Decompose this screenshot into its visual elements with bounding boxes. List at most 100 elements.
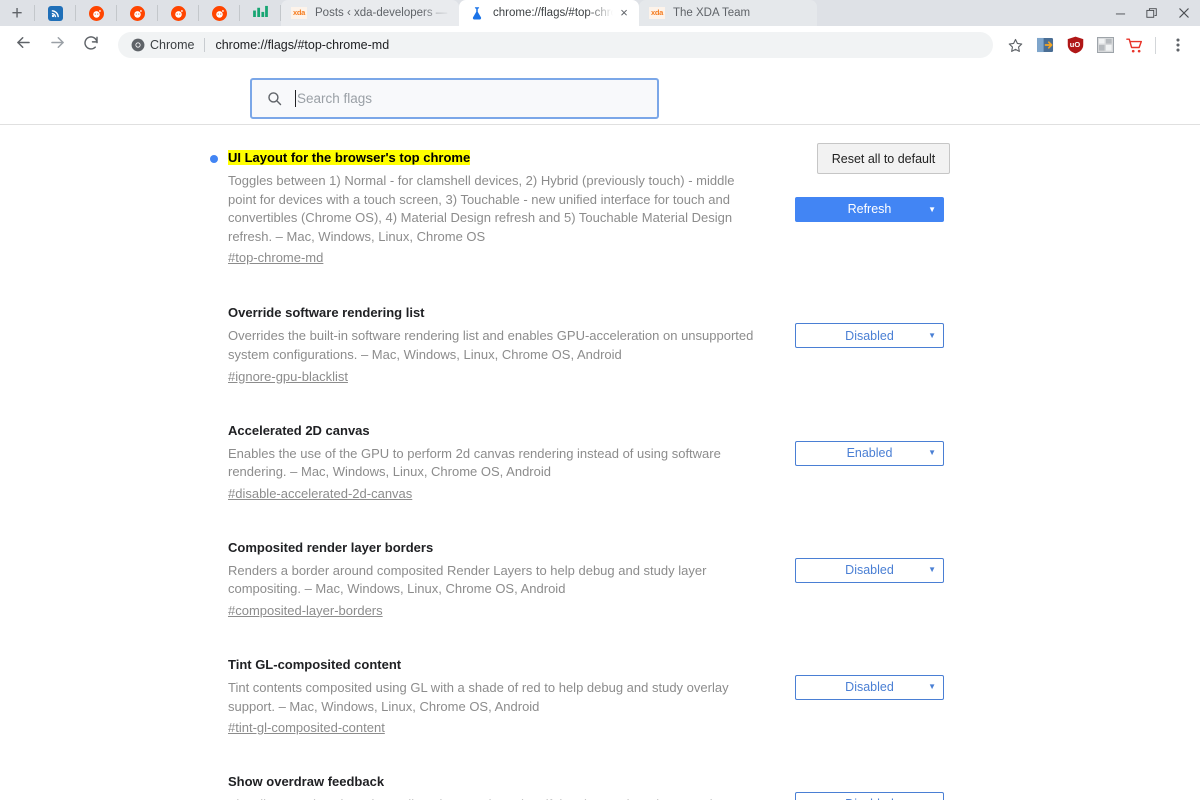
tab-xda-posts[interactable]: xda Posts ‹ xda-developers — Wo — [281, 0, 459, 26]
pinned-tab-reddit-2[interactable] — [117, 0, 157, 26]
reddit-icon — [88, 5, 104, 21]
flag-control: Disabled ▼ — [795, 323, 944, 349]
chevron-down-icon: ▼ — [928, 682, 936, 692]
browser-window: + xda Posts ‹ xda-developers — chrome://… — [0, 0, 1200, 800]
reddit-icon — [129, 5, 145, 21]
omnibox-url-text[interactable]: chrome://flags/#top-chrome-md — [215, 38, 389, 52]
flag-info: Composited render layer borders Renders … — [228, 539, 773, 620]
forward-arrow-icon — [48, 33, 67, 57]
flag-select[interactable]: Enabled ▼ — [795, 440, 944, 466]
bookmark-star-icon[interactable] — [1001, 31, 1029, 59]
reload-button[interactable] — [76, 30, 106, 60]
new-tab-button[interactable]: + — [0, 0, 34, 26]
flag-row: Show overdraw feedback Visualize overdra… — [0, 773, 1200, 800]
pinned-tab-reddit-4[interactable] — [199, 0, 239, 26]
chevron-down-icon: ▼ — [928, 204, 936, 214]
flag-select[interactable]: Disabled ▼ — [795, 323, 944, 349]
flag-hash-link[interactable]: #composited-layer-borders — [228, 603, 383, 618]
flag-control: Disabled ▼ — [795, 792, 944, 800]
browser-toolbar: Chrome chrome://flags/#top-chrome-md uO — [0, 26, 1200, 64]
flag-select[interactable]: Refresh ▼ — [795, 197, 944, 222]
flag-info: Show overdraw feedback Visualize overdra… — [228, 773, 773, 800]
session-buddy-extension-icon[interactable] — [1031, 31, 1059, 59]
back-button[interactable] — [8, 30, 38, 60]
flask-icon — [469, 5, 485, 21]
flag-select-value: Disabled — [845, 328, 894, 343]
xda-favicon: xda — [291, 7, 307, 19]
flag-control: Enabled ▼ — [795, 440, 944, 466]
flag-info: UI Layout for the browser's top chrome T… — [210, 149, 773, 267]
flag-select[interactable]: Disabled ▼ — [795, 792, 944, 800]
minimize-button[interactable] — [1104, 0, 1136, 26]
three-dot-menu-icon[interactable] — [1164, 31, 1192, 59]
flag-description: Overrides the built-in software renderin… — [228, 328, 754, 362]
flag-description: Enables the use of the GPU to perform 2d… — [228, 445, 721, 480]
flag-control: Refresh ▼ — [795, 197, 944, 222]
flag-title: Show overdraw feedback — [228, 774, 385, 790]
tab-chrome-flags[interactable]: chrome://flags/#top-chro × — [459, 0, 639, 26]
forward-button[interactable] — [42, 30, 72, 60]
tab-title: The XDA Team — [673, 7, 751, 19]
toolbar-divider — [1155, 36, 1156, 54]
chevron-down-icon: ▼ — [928, 448, 936, 458]
pinned-tab-feed[interactable] — [35, 0, 75, 26]
ublock-origin-extension-icon[interactable]: uO — [1061, 31, 1089, 59]
reload-icon — [82, 34, 100, 57]
flag-row: Composited render layer borders Renders … — [0, 539, 1200, 620]
address-bar[interactable]: Chrome chrome://flags/#top-chrome-md — [118, 32, 993, 58]
flags-list: UI Layout for the browser's top chrome T… — [0, 125, 1200, 800]
flag-control: Disabled ▼ — [795, 557, 944, 583]
reddit-icon — [170, 5, 186, 21]
tab-xda-team[interactable]: xda The XDA Team — [639, 0, 817, 26]
chrome-logo-icon — [130, 38, 145, 53]
restore-button[interactable] — [1136, 0, 1168, 26]
chevron-down-icon: ▼ — [928, 330, 936, 340]
grid-extension-icon[interactable] — [1091, 31, 1119, 59]
flag-description: Toggles between 1) Normal - for clamshel… — [228, 173, 735, 244]
search-flags-field[interactable]: Search flags — [250, 78, 659, 119]
flag-hash-link[interactable]: #disable-accelerated-2d-canvas — [228, 486, 412, 501]
flag-hash-link[interactable]: #ignore-gpu-blacklist — [228, 369, 348, 384]
close-button[interactable] — [1168, 0, 1200, 26]
rss-feed-icon — [47, 5, 63, 21]
flag-modified-dot-icon — [210, 155, 218, 163]
flag-title: Accelerated 2D canvas — [228, 422, 370, 438]
flag-row: Accelerated 2D canvas Enables the use of… — [0, 422, 1200, 503]
flag-title: Composited render layer borders — [228, 539, 434, 555]
flag-select-value: Disabled — [845, 563, 894, 577]
search-input-placeholder[interactable]: Search flags — [297, 91, 643, 106]
flag-info: Accelerated 2D canvas Enables the use of… — [228, 422, 773, 503]
pinned-tab-chart[interactable] — [240, 0, 280, 26]
window-controls — [1104, 0, 1200, 26]
flag-hash-link[interactable]: #top-chrome-md — [228, 250, 323, 265]
flag-row: Override software rendering list Overrid… — [0, 304, 1200, 385]
search-icon — [266, 90, 283, 107]
close-icon[interactable]: × — [617, 6, 631, 20]
flag-select[interactable]: Disabled ▼ — [795, 674, 944, 700]
flag-info: Override software rendering list Overrid… — [228, 304, 773, 385]
pinned-tab-reddit-3[interactable] — [158, 0, 198, 26]
flag-description: Renders a border around composited Rende… — [228, 562, 707, 597]
pinned-tab-reddit-1[interactable] — [76, 0, 116, 26]
flags-page-header: Search flags — [0, 64, 1200, 125]
flag-control: Disabled ▼ — [795, 674, 944, 700]
plus-icon: + — [11, 2, 23, 24]
flag-info: Tint GL-composited content Tint contents… — [228, 656, 773, 737]
flag-hash-link[interactable]: #tint-gl-composited-content — [228, 720, 385, 735]
flag-description: Tint contents composited using GL with a… — [228, 679, 729, 714]
tab-title: Posts ‹ xda-developers — Wo — [315, 7, 451, 19]
flag-description: Visualize overdraw by color-coding eleme… — [228, 796, 758, 800]
flag-row: UI Layout for the browser's top chrome T… — [0, 149, 1200, 267]
reddit-icon — [211, 5, 227, 21]
tab-strip: + xda Posts ‹ xda-developers — chrome://… — [0, 0, 1200, 26]
xda-favicon: xda — [649, 7, 665, 19]
flag-select[interactable]: Disabled ▼ — [795, 557, 944, 583]
back-arrow-icon — [14, 33, 33, 57]
flag-select-value: Disabled — [845, 680, 894, 695]
shopping-cart-extension-icon[interactable] — [1121, 31, 1149, 59]
omnibox-chip-label: Chrome — [150, 38, 195, 52]
flag-title: UI Layout for the browser's top chrome — [228, 150, 471, 165]
chevron-down-icon: ▼ — [928, 565, 936, 575]
omnibox-divider — [204, 38, 206, 52]
flag-title: Tint GL-composited content — [228, 656, 402, 672]
